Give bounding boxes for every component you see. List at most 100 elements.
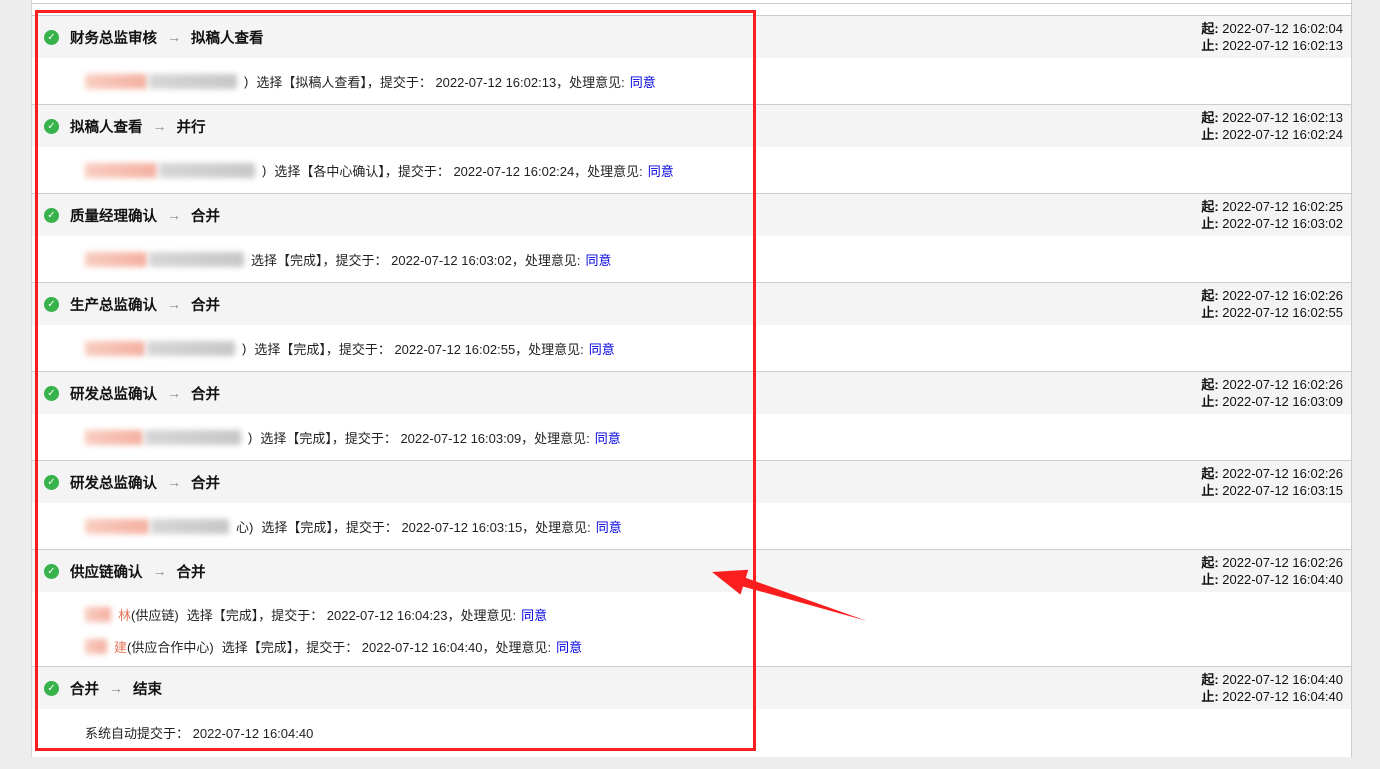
start-time-label: 起: (1201, 110, 1219, 125)
step-details: ) 选择【拟稿人查看】，提交于： 2022-07-12 16:02:13，处理意… (32, 58, 1351, 104)
start-time-value: 2022-07-12 16:02:26 (1222, 466, 1343, 481)
end-time-label: 止: (1201, 483, 1219, 498)
opinion-link[interactable]: 同意 (596, 517, 622, 536)
start-time-value: 2022-07-12 16:02:26 (1222, 555, 1343, 570)
workflow-step: ✓ 合并 → 结束 起: 2022-07-12 16:04:40 止: 2022… (32, 666, 1351, 755)
redacted-approver-name (85, 606, 111, 622)
step-from-label: 研发总监确认 (70, 475, 157, 492)
step-to-label: 合并 (176, 564, 206, 581)
approval-action-text: 选择【完成】，提交于： 2022-07-12 16:02:55，处理意见: (254, 341, 584, 357)
workflow-step: ✓ 拟稿人查看 → 并行 起: 2022-07-12 16:02:13 止: 2… (32, 104, 1351, 193)
workflow-history-panel: ✓ 财务总监审核 → 拟稿人查看 起: 2022-07-12 16:02:04 … (31, 0, 1352, 757)
approval-action-text: 选择【完成】，提交于： 2022-07-12 16:04:40，处理意见: (221, 639, 552, 655)
approver-dept-visible: ) (248, 429, 253, 445)
redacted-approver-name (85, 518, 229, 534)
redacted-approver-name (85, 162, 255, 178)
step-header-band: ✓ 质量经理确认 → 合并 起: 2022-07-12 16:02:25 止: … (32, 193, 1351, 236)
approval-action-text: 选择【完成】，提交于： 2022-07-12 16:03:15，处理意见: (261, 519, 591, 535)
end-time: 止: 2022-07-12 16:02:55 (1201, 304, 1343, 321)
end-time-value: 2022-07-12 16:02:24 (1222, 127, 1343, 142)
redacted-name-blur (85, 638, 107, 654)
opinion-link[interactable]: 同意 (630, 72, 656, 91)
step-times: 起: 2022-07-12 16:02:26 止: 2022-07-12 16:… (1201, 465, 1343, 499)
opinion-link[interactable]: 同意 (585, 250, 611, 269)
end-time-label: 止: (1201, 305, 1219, 320)
approval-action-text: 系统自动提交于： 2022-07-12 16:04:40 (85, 725, 314, 741)
end-time-label: 止: (1201, 689, 1219, 704)
start-time: 起: 2022-07-12 16:02:26 (1201, 554, 1343, 571)
approval-record: ) 选择【完成】，提交于： 2022-07-12 16:02:55，处理意见: … (32, 325, 1351, 371)
start-time-value: 2022-07-12 16:02:26 (1222, 288, 1343, 303)
end-time-value: 2022-07-12 16:02:13 (1222, 38, 1343, 53)
end-time: 止: 2022-07-12 16:03:15 (1201, 482, 1343, 499)
check-circle-icon: ✓ (44, 296, 59, 312)
step-from-label: 生产总监确认 (70, 297, 157, 314)
step-details: 林 (供应链) 选择【完成】，提交于： 2022-07-12 16:04:23，… (32, 592, 1351, 666)
start-time: 起: 2022-07-12 16:02:13 (1201, 109, 1343, 126)
step-title: ✓ 拟稿人查看 → 并行 (44, 116, 206, 137)
redacted-name-blur (85, 518, 149, 534)
end-time: 止: 2022-07-12 16:04:40 (1201, 688, 1343, 705)
redacted-approver-name (85, 251, 244, 267)
approval-record: 系统自动提交于： 2022-07-12 16:04:40 (32, 709, 1351, 755)
end-time-label: 止: (1201, 572, 1219, 587)
step-times: 起: 2022-07-12 16:02:04 止: 2022-07-12 16:… (1201, 20, 1343, 54)
approval-action-text: 选择【完成】，提交于： 2022-07-12 16:03:02，处理意见: (251, 252, 581, 268)
approver-dept-visible: (供应合作中心) (127, 639, 214, 655)
start-time-label: 起: (1201, 466, 1219, 481)
start-time: 起: 2022-07-12 16:02:26 (1201, 465, 1343, 482)
end-time: 止: 2022-07-12 16:04:40 (1201, 571, 1343, 588)
check-circle-icon: ✓ (44, 680, 59, 696)
redacted-name-blur (85, 73, 147, 89)
step-to-label: 合并 (191, 386, 220, 403)
step-to-label: 拟稿人查看 (191, 30, 264, 47)
opinion-link[interactable]: 同意 (595, 428, 621, 447)
opinion-link[interactable]: 同意 (589, 339, 615, 358)
redacted-dept-blur (147, 340, 235, 356)
end-time-value: 2022-07-12 16:03:02 (1222, 216, 1343, 231)
opinion-link[interactable]: 同意 (556, 637, 582, 656)
check-circle-icon: ✓ (44, 563, 59, 579)
end-time-value: 2022-07-12 16:03:15 (1222, 483, 1343, 498)
end-time-value: 2022-07-12 16:02:55 (1222, 305, 1343, 320)
approval-record: ) 选择【各中心确认】，提交于： 2022-07-12 16:02:24，处理意… (32, 147, 1351, 193)
step-details: 系统自动提交于： 2022-07-12 16:04:40 (32, 709, 1351, 755)
end-time-label: 止: (1201, 38, 1219, 53)
step-header-band: ✓ 财务总监审核 → 拟稿人查看 起: 2022-07-12 16:02:04 … (32, 15, 1351, 58)
redacted-approver-name (85, 73, 237, 89)
start-time-label: 起: (1201, 377, 1219, 392)
check-circle-icon: ✓ (44, 118, 59, 134)
step-details: ) 选择【完成】，提交于： 2022-07-12 16:02:55，处理意见: … (32, 325, 1351, 371)
step-from-label: 研发总监确认 (70, 386, 157, 403)
workflow-step: ✓ 研发总监确认 → 合并 起: 2022-07-12 16:02:26 止: … (32, 371, 1351, 460)
step-header-band: ✓ 合并 → 结束 起: 2022-07-12 16:04:40 止: 2022… (32, 666, 1351, 709)
start-time-label: 起: (1201, 555, 1219, 570)
step-to-label: 结束 (133, 681, 162, 698)
approver-dept-visible: ) (242, 340, 247, 356)
step-to-label: 并行 (176, 119, 206, 136)
workflow-step: ✓ 生产总监确认 → 合并 起: 2022-07-12 16:02:26 止: … (32, 282, 1351, 371)
check-circle-icon: ✓ (44, 207, 59, 223)
redacted-name-blur (85, 606, 111, 622)
approval-record: 选择【完成】，提交于： 2022-07-12 16:03:02，处理意见: 同意 (32, 236, 1351, 282)
arrow-right-icon: → (167, 474, 181, 490)
approval-action-text: 选择【各中心确认】，提交于： 2022-07-12 16:02:24，处理意见: (274, 163, 643, 179)
redacted-name-blur (85, 340, 145, 356)
arrow-right-icon: → (167, 385, 181, 401)
approver-name-visible: 林 (118, 607, 132, 623)
opinion-link[interactable]: 同意 (521, 605, 547, 624)
end-time-label: 止: (1201, 127, 1219, 142)
opinion-link[interactable]: 同意 (648, 161, 674, 180)
step-header-band: ✓ 拟稿人查看 → 并行 起: 2022-07-12 16:02:13 止: 2… (32, 104, 1351, 147)
step-header-band: ✓ 研发总监确认 → 合并 起: 2022-07-12 16:02:26 止: … (32, 460, 1351, 503)
step-details: 心) 选择【完成】，提交于： 2022-07-12 16:03:15，处理意见:… (32, 503, 1351, 549)
end-time: 止: 2022-07-12 16:02:24 (1201, 126, 1343, 143)
redacted-dept-blur (149, 251, 244, 267)
step-details: ) 选择【完成】，提交于： 2022-07-12 16:03:09，处理意见: … (32, 414, 1351, 460)
step-times: 起: 2022-07-12 16:02:26 止: 2022-07-12 16:… (1201, 287, 1343, 321)
start-time-value: 2022-07-12 16:02:25 (1222, 199, 1343, 214)
end-time: 止: 2022-07-12 16:03:09 (1201, 393, 1343, 410)
approval-record: ) 选择【完成】，提交于： 2022-07-12 16:03:09，处理意见: … (32, 414, 1351, 460)
start-time: 起: 2022-07-12 16:02:26 (1201, 287, 1343, 304)
step-times: 起: 2022-07-12 16:04:40 止: 2022-07-12 16:… (1201, 671, 1343, 705)
